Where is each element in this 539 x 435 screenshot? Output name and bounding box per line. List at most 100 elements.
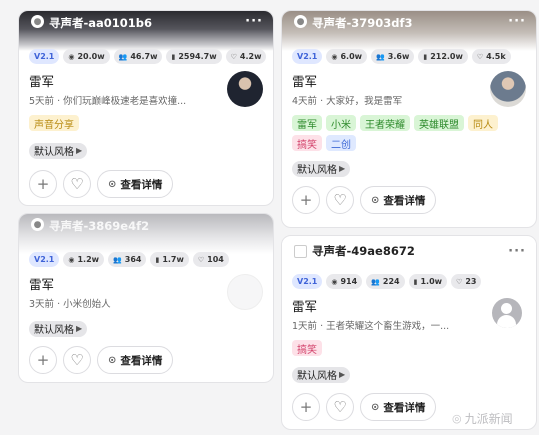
file-value: 1.0w — [420, 277, 443, 286]
play-icon: ▶ — [76, 324, 83, 333]
plus-icon: + — [299, 191, 313, 209]
style-button[interactable]: 默认风格 ▶ — [29, 320, 88, 337]
file-stat: ▮ 212.0w — [418, 49, 468, 64]
voice-description: 3天前 · 小米创始人 — [29, 299, 111, 310]
likes-value: 4.2w — [239, 52, 262, 61]
avatar-body-shape — [497, 315, 516, 328]
like-button[interactable]: ♡ — [63, 170, 91, 198]
tag[interactable]: 搞笑 — [292, 135, 322, 151]
style-button[interactable]: 默认风格 ▶ — [292, 366, 351, 383]
tag[interactable]: 同人 — [468, 115, 498, 131]
like-button[interactable]: ♡ — [326, 186, 354, 214]
play-count-icon: ◉ — [331, 277, 338, 286]
card-title: 寻声者-37903df3 — [312, 16, 413, 30]
card-body: 雷军 3天前 · 小米创始人 默认风格 ▶ + ♡ ⊙ 查看详情 — [19, 274, 273, 374]
avatar[interactable] — [227, 71, 263, 107]
tag[interactable]: 英雄联盟 — [414, 115, 464, 131]
view-details-button[interactable]: ⊙ 查看详情 — [360, 186, 437, 214]
tag[interactable]: 雷军 — [292, 115, 322, 131]
file-stat: ▮ 1.0w — [408, 274, 448, 289]
play-count-value: 1.2w — [77, 255, 100, 264]
view-details-label: 查看详情 — [120, 354, 163, 367]
file-icon: ▮ — [155, 255, 160, 264]
tag[interactable]: 小米 — [326, 115, 356, 131]
card-header: ● 寻声者-3869e4f2 — [19, 214, 273, 254]
likes-value: 104 — [207, 255, 224, 264]
tag[interactable]: 声音分享 — [29, 115, 79, 131]
avatar[interactable] — [490, 71, 526, 107]
tag-list: 声音分享 — [29, 115, 265, 131]
tag[interactable]: 搞笑 — [292, 340, 322, 356]
heart-icon: ♡ — [456, 277, 463, 286]
play-count-stat: ◉ 1.2w — [63, 252, 105, 267]
add-button[interactable]: + — [29, 170, 57, 198]
users-stat: 👥 46.7w — [113, 49, 163, 64]
tag[interactable]: 二创 — [326, 135, 356, 151]
add-button[interactable]: + — [292, 186, 320, 214]
file-value: 2594.7w — [178, 52, 217, 61]
voice-card[interactable]: 寻声者-49ae8672 ··· V2.1 ◉ 914 👥 224 ▮ 1.0w ♡ 2… — [281, 235, 537, 430]
more-icon[interactable]: ··· — [508, 15, 526, 28]
users-icon: 👥 — [371, 277, 380, 286]
play-count-value: 914 — [340, 277, 358, 286]
users-icon: 👥 — [113, 255, 122, 264]
style-button[interactable]: 默认风格 ▶ — [29, 142, 88, 159]
users-stat: 👥 3.6w — [371, 49, 415, 64]
like-button[interactable]: ♡ — [63, 346, 91, 374]
users-value: 46.7w — [130, 52, 158, 61]
stats-row: V2.1 ◉ 6.0w 👥 3.6w ▮ 212.0w ♡ 4.5k — [292, 49, 511, 64]
file-stat: ▮ 1.7w — [150, 252, 189, 267]
view-details-label: 查看详情 — [383, 194, 426, 207]
play-count-icon: ◉ — [68, 52, 75, 61]
voice-description: 4天前 · 大家好，我是雷军 — [292, 96, 403, 107]
card-body: 雷军 5天前 · 你们玩巅峰极速老是喜欢撞... 声音分享 默认风格 ▶ + ♡ … — [19, 71, 273, 198]
avatar[interactable] — [492, 298, 522, 328]
voice-card[interactable]: ● 寻声者-3869e4f2 V2.1 ◉ 1.2w 👥 364 ▮ 1.7w ♡ 10… — [18, 213, 274, 383]
like-button[interactable]: ♡ — [326, 393, 354, 421]
voice-card[interactable]: ● 寻声者-37903df3 ··· V2.1 ◉ 6.0w 👥 3.6w ▮ 212… — [281, 10, 537, 228]
plus-icon: + — [299, 398, 313, 416]
chat-icon: ⊙ — [371, 401, 380, 413]
voice-description: 1天前 · 王者荣耀这个畜生游戏，一... — [292, 321, 450, 332]
file-icon: ▮ — [413, 277, 418, 286]
play-count-icon: ◉ — [68, 255, 75, 264]
action-row: + ♡ ⊙ 查看详情 — [29, 170, 265, 198]
stats-row: V2.1 ◉ 1.2w 👥 364 ▮ 1.7w ♡ 104 — [29, 252, 229, 267]
file-value: 212.0w — [430, 52, 463, 61]
style-row: 默认风格 ▶ — [29, 140, 265, 159]
style-label: 默认风格 — [34, 325, 74, 336]
card-header: 寻声者-49ae8672 ··· — [282, 238, 536, 264]
view-details-button[interactable]: ⊙ 查看详情 — [360, 393, 437, 421]
style-label: 默认风格 — [297, 165, 337, 176]
more-icon[interactable]: ··· — [508, 245, 526, 258]
style-button[interactable]: 默认风格 ▶ — [292, 160, 351, 177]
view-details-button[interactable]: ⊙ 查看详情 — [97, 346, 174, 374]
more-icon[interactable]: ··· — [245, 15, 263, 28]
file-icon: ▮ — [171, 52, 176, 61]
style-row: 默认风格 ▶ — [292, 364, 528, 383]
heart-icon: ♡ — [70, 351, 84, 369]
card-body: 雷军 4天前 · 大家好，我是雷军 雷军 小米 王者荣耀 英雄联盟 同人 搞笑 … — [282, 71, 536, 214]
heart-icon: ♡ — [333, 191, 347, 209]
avatar[interactable] — [227, 274, 263, 310]
add-button[interactable]: + — [292, 393, 320, 421]
add-button[interactable]: + — [29, 346, 57, 374]
card-body: 雷军 1天前 · 王者荣耀这个畜生游戏，一... 搞笑 默认风格 ▶ + ♡ ⊙ 查… — [282, 296, 536, 421]
style-row: 默认风格 ▶ — [292, 158, 528, 177]
likes-value: 23 — [465, 277, 477, 286]
users-value: 364 — [124, 255, 142, 264]
card-title: 寻声者-49ae8672 — [312, 244, 415, 258]
weibo-icon: ◎ — [452, 412, 462, 425]
stats-row: V2.1 ◉ 20.0w 👥 46.7w ▮ 2594.7w ♡ 4.2w — [29, 49, 267, 64]
chat-icon: ⊙ — [108, 178, 117, 190]
tag[interactable]: 王者荣耀 — [360, 115, 410, 131]
heart-icon: ♡ — [230, 52, 237, 61]
chat-icon: ⊙ — [108, 354, 117, 366]
view-details-button[interactable]: ⊙ 查看详情 — [97, 170, 174, 198]
voice-description: 5天前 · 你们玩巅峰极速老是喜欢撞... — [29, 96, 187, 107]
voice-card[interactable]: ● 寻声者-aa0101b6 ··· V2.1 ◉ 20.0w 👥 46.7w ▮ 2… — [18, 10, 274, 206]
play-icon: ▶ — [339, 164, 346, 173]
users-stat: 👥 364 — [108, 252, 147, 267]
likes-value: 4.5k — [486, 52, 506, 61]
play-count-stat: ◉ 20.0w — [63, 49, 110, 64]
